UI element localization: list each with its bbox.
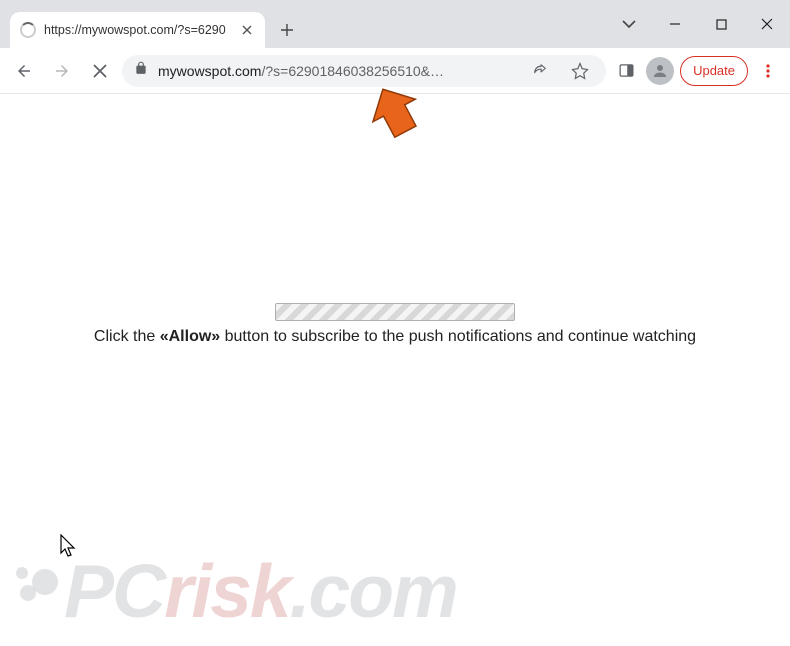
annotation-arrow-icon xyxy=(366,84,426,144)
lock-icon xyxy=(134,61,148,80)
tab-search-button[interactable] xyxy=(606,4,652,44)
instruction-text: Click the «Allow» button to subscribe to… xyxy=(0,328,790,346)
menu-button[interactable] xyxy=(754,57,782,85)
profile-button[interactable] xyxy=(646,57,674,85)
maximize-button[interactable] xyxy=(698,4,744,44)
url-domain: mywowspot.com xyxy=(158,63,261,79)
watermark-risk: risk xyxy=(164,549,289,633)
watermark: PCrisk.com xyxy=(14,548,457,634)
update-button[interactable]: Update xyxy=(680,56,748,86)
watermark-tld: .com xyxy=(290,549,457,633)
page-content: Click the «Allow» button to subscribe to… xyxy=(0,94,790,646)
loading-spinner-icon xyxy=(20,22,36,38)
text-suffix: button to subscribe to the push notifica… xyxy=(220,328,696,345)
minimize-button[interactable] xyxy=(652,4,698,44)
omnibox-actions xyxy=(528,57,594,85)
back-button[interactable] xyxy=(8,55,40,87)
window-controls xyxy=(606,0,790,48)
close-window-button[interactable] xyxy=(744,4,790,44)
window-titlebar: https://mywowspot.com/?s=6290 xyxy=(0,0,790,48)
bookmark-button[interactable] xyxy=(566,57,594,85)
address-bar[interactable]: mywowspot.com/?s=62901846038256510&… xyxy=(122,55,606,87)
url-text: mywowspot.com/?s=62901846038256510&… xyxy=(158,63,518,79)
url-path: /?s=62901846038256510&… xyxy=(261,63,444,79)
close-tab-button[interactable] xyxy=(239,22,255,38)
stop-reload-button[interactable] xyxy=(84,55,116,87)
forward-button[interactable] xyxy=(46,55,78,87)
tab-title: https://mywowspot.com/?s=6290 xyxy=(44,23,233,37)
share-button[interactable] xyxy=(528,57,556,85)
watermark-dots-icon xyxy=(14,555,68,609)
browser-tab[interactable]: https://mywowspot.com/?s=6290 xyxy=(10,12,265,48)
text-prefix: Click the xyxy=(94,328,160,345)
new-tab-button[interactable] xyxy=(273,16,301,44)
fake-progress-bar xyxy=(275,303,515,321)
watermark-pc: PC xyxy=(64,549,164,633)
text-allow: «Allow» xyxy=(160,328,220,345)
side-panel-button[interactable] xyxy=(612,57,640,85)
